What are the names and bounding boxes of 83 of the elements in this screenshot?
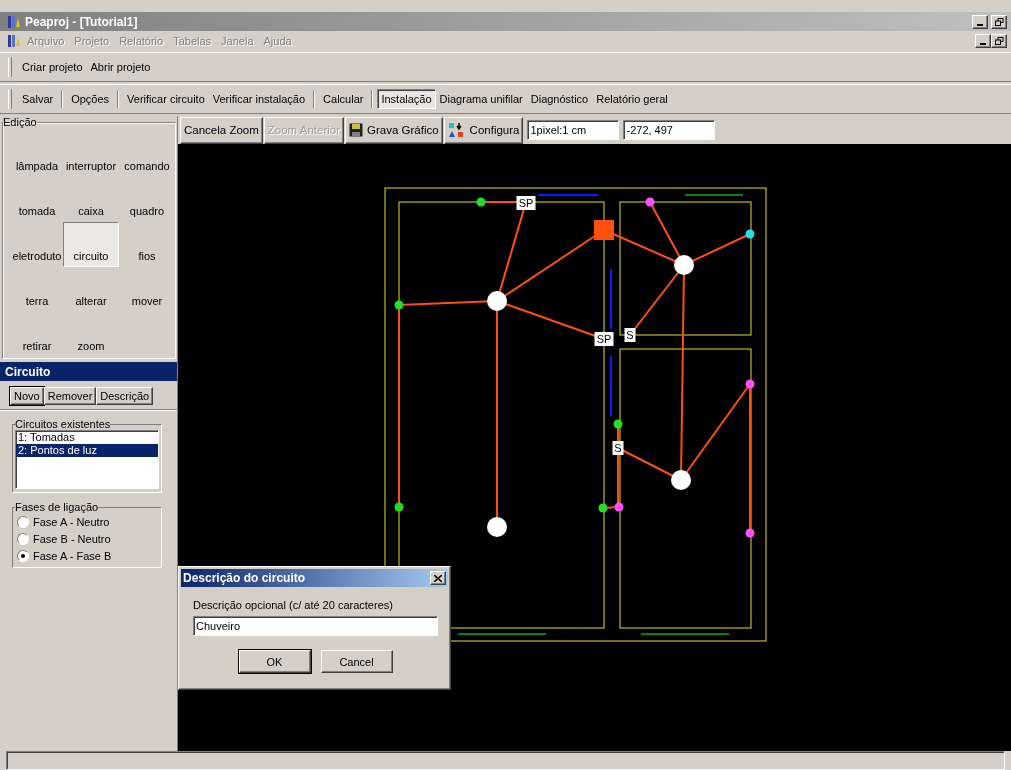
panel-button[interactable]: Descrição bbox=[96, 387, 154, 405]
input-field[interactable]: -272, 497 bbox=[623, 120, 716, 140]
symbol-label: SP bbox=[516, 196, 536, 210]
outlet-point bbox=[394, 300, 404, 310]
radio-button[interactable] bbox=[17, 549, 29, 562]
group-label: Edição bbox=[3, 116, 37, 128]
light-point bbox=[487, 517, 507, 537]
tool-button[interactable]: quadro bbox=[119, 177, 175, 222]
dialog-prompt: Descrição opcional (c/ até 20 caracteres) bbox=[193, 599, 394, 611]
toolbar-button[interactable]: Verificar circuito bbox=[123, 89, 209, 109]
group-label: Circuitos existentes bbox=[15, 418, 111, 430]
description-field[interactable]: Chuveiro bbox=[193, 616, 438, 636]
outlet-point bbox=[614, 502, 624, 512]
list-item[interactable]: 2: Pontos de luz bbox=[16, 444, 158, 457]
toolbar-button[interactable]: Verificar instalação bbox=[208, 89, 310, 109]
panel-square bbox=[594, 220, 614, 240]
panel-button[interactable]: Remover bbox=[43, 387, 97, 405]
tool-button[interactable]: alterar bbox=[63, 267, 119, 312]
tool-button[interactable]: zoom bbox=[63, 312, 119, 357]
list-item[interactable]: 1: Tomadas bbox=[16, 431, 158, 444]
restore-icon bbox=[994, 17, 1004, 26]
toolbar-button[interactable]: Criar projeto bbox=[18, 57, 87, 77]
outlet-point bbox=[613, 419, 623, 429]
light-point bbox=[487, 291, 507, 311]
input-field[interactable]: 1pixel:1 cm bbox=[527, 120, 620, 140]
outlet-point bbox=[745, 528, 755, 538]
shapes-icon bbox=[447, 122, 466, 138]
outlet-point bbox=[394, 502, 404, 512]
close-button[interactable] bbox=[430, 571, 446, 585]
canvas-button[interactable]: Grava Gráfico bbox=[345, 116, 443, 144]
toolbar-button[interactable]: Diagnóstico bbox=[526, 89, 593, 109]
symbol-label: S bbox=[624, 328, 636, 342]
dialog-title: Descrição do circuito bbox=[183, 571, 307, 585]
canvas-button[interactable]: Configura bbox=[443, 116, 524, 144]
radio-label[interactable]: Fase B - Neutro bbox=[33, 532, 111, 545]
tool-button[interactable]: tomada bbox=[11, 177, 63, 222]
dialog-button[interactable]: OK bbox=[238, 650, 311, 673]
group-label: Fases de ligação bbox=[15, 501, 99, 513]
toolbar-button[interactable]: Relatório geral bbox=[592, 89, 672, 109]
tool-button[interactable]: retirar bbox=[11, 312, 63, 357]
minimize-icon bbox=[977, 23, 983, 26]
minimize-button[interactable] bbox=[975, 33, 991, 48]
tool-button[interactable]: circuito bbox=[63, 222, 119, 267]
outlet-point bbox=[598, 503, 608, 513]
window-title: Peaproj - [Tutorial1] bbox=[25, 14, 139, 29]
outlet-point bbox=[745, 229, 755, 239]
radio-label[interactable]: Fase A - Fase B bbox=[33, 549, 112, 562]
radio-label[interactable]: Fase A - Neutro bbox=[33, 515, 110, 528]
light-point bbox=[674, 255, 694, 275]
radio-button[interactable] bbox=[17, 532, 29, 545]
toolbar-button[interactable]: Instalação bbox=[377, 89, 436, 109]
dialog-button[interactable]: Cancel bbox=[320, 650, 393, 673]
tool-button[interactable]: mover bbox=[119, 267, 175, 312]
close-icon bbox=[434, 574, 442, 582]
minimize-button[interactable] bbox=[972, 14, 988, 29]
restore-icon bbox=[994, 36, 1004, 45]
toolbar-button[interactable]: Calcular bbox=[319, 89, 368, 109]
restore-button[interactable] bbox=[991, 14, 1007, 29]
tool-button[interactable]: caixa bbox=[63, 177, 119, 222]
canvas-button[interactable]: Cancela Zoom bbox=[180, 116, 263, 144]
outlet-point bbox=[745, 379, 755, 389]
toolbar-button[interactable]: Abrir projeto bbox=[86, 57, 155, 77]
app-icon bbox=[8, 14, 22, 29]
light-point bbox=[671, 470, 691, 490]
radio-button[interactable] bbox=[17, 515, 29, 528]
minimize-icon bbox=[980, 42, 986, 45]
tool-button[interactable]: comando bbox=[119, 132, 175, 177]
app-icon bbox=[8, 33, 22, 48]
panel-header: Circuito bbox=[0, 362, 177, 381]
outlet-point bbox=[645, 197, 655, 207]
tool-button[interactable]: interruptor bbox=[63, 132, 119, 177]
symbol-label: S bbox=[612, 441, 624, 455]
tool-button[interactable]: lâmpada bbox=[11, 132, 63, 177]
tool-button[interactable]: eletroduto bbox=[11, 222, 63, 267]
symbol-label: SP bbox=[594, 332, 614, 346]
toolbar-button[interactable]: Salvar bbox=[18, 89, 58, 109]
tool-button[interactable]: terra bbox=[11, 267, 63, 312]
panel-button[interactable]: Novo bbox=[10, 387, 44, 405]
toolbar-button[interactable]: Diagrama unifilar bbox=[435, 89, 527, 109]
restore-button[interactable] bbox=[991, 33, 1007, 48]
tool-button[interactable]: fios bbox=[119, 222, 175, 267]
toolbar-button[interactable]: Opções bbox=[67, 89, 114, 109]
outlet-point bbox=[476, 197, 486, 207]
